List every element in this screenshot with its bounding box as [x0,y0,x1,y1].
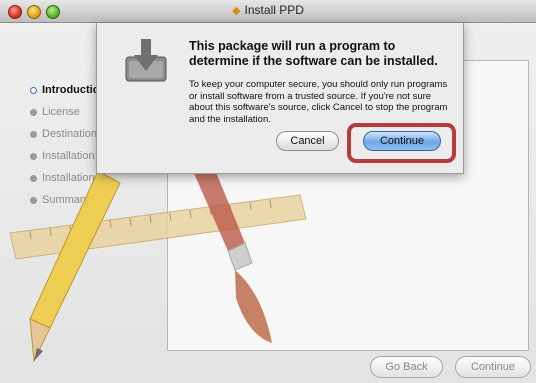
title-bar[interactable]: ◆ Install PPD [0,0,536,23]
installer-window: ◆ Install PPD Introduction License Destin… [0,0,536,383]
current-step-icon [30,86,37,94]
sheet-body-text: To keep your computer secure, you should… [189,79,448,125]
step-bullet-icon [30,108,37,116]
sheet-heading: This package will run a program to deter… [189,39,438,68]
footer-buttons: Go Back Continue [0,356,536,382]
continue-button-disabled[interactable]: Continue [455,356,531,378]
continue-highlight-box [347,123,456,163]
step-bullet-icon [30,152,37,160]
step-summary: Summary [30,189,125,211]
step-bullet-icon [30,196,37,204]
package-installer-icon [125,39,167,82]
step-bullet-icon [30,130,37,138]
step-bullet-icon [30,174,37,182]
go-back-button[interactable]: Go Back [370,356,443,378]
package-icon: ◆ [232,5,241,17]
window-title-container: ◆ Install PPD [0,3,536,17]
window-title: Install PPD [244,3,304,17]
cancel-button[interactable]: Cancel [276,131,339,151]
